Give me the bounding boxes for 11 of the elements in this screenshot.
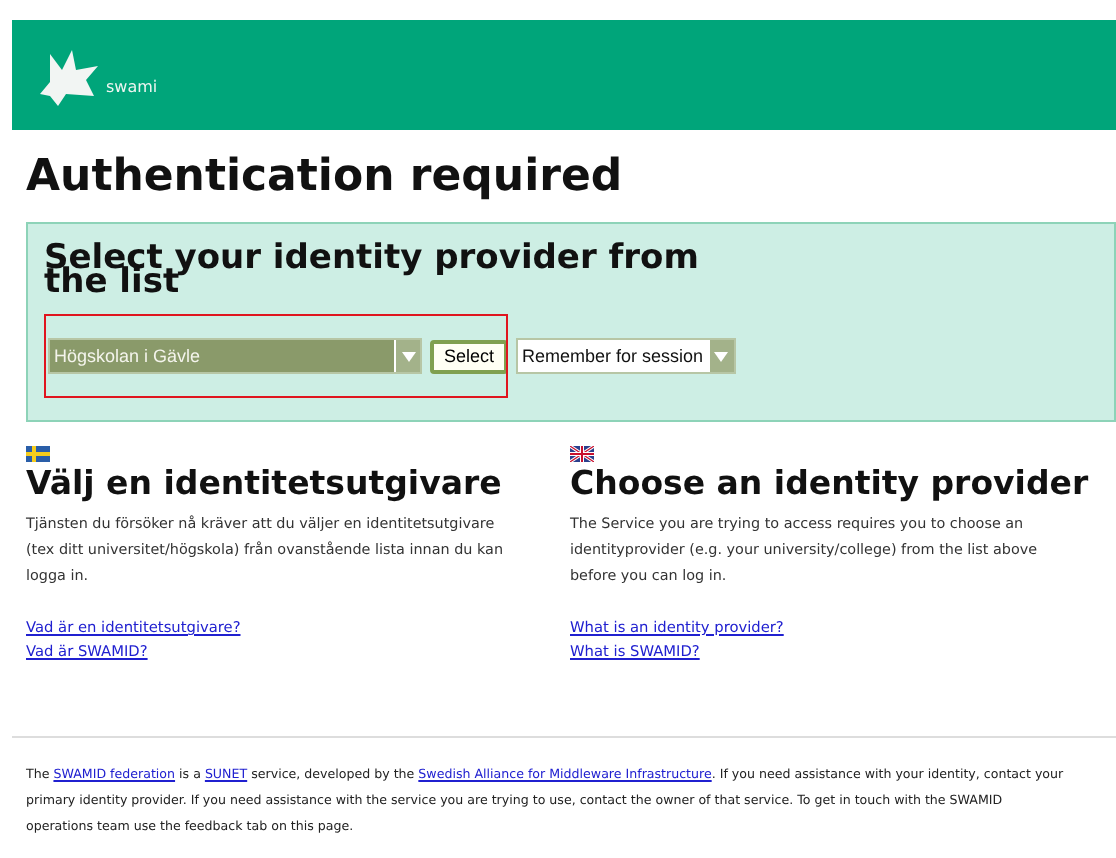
uk-flag-icon [570,446,594,462]
page-title: Authentication required [26,152,625,204]
panel-heading: Select your identity provider from the list [44,240,701,294]
logo-text: swami [106,77,158,95]
sweden-flag-icon [26,446,50,462]
remember-dropdown[interactable]: Remember for session [516,338,736,374]
section-heading: Välj en identitetsutgivare [26,462,502,506]
caret-icon [714,351,729,361]
select-button[interactable]: Select [430,339,509,373]
caret-icon [401,351,415,361]
section-heading: Choose an identity provider [570,462,1089,506]
